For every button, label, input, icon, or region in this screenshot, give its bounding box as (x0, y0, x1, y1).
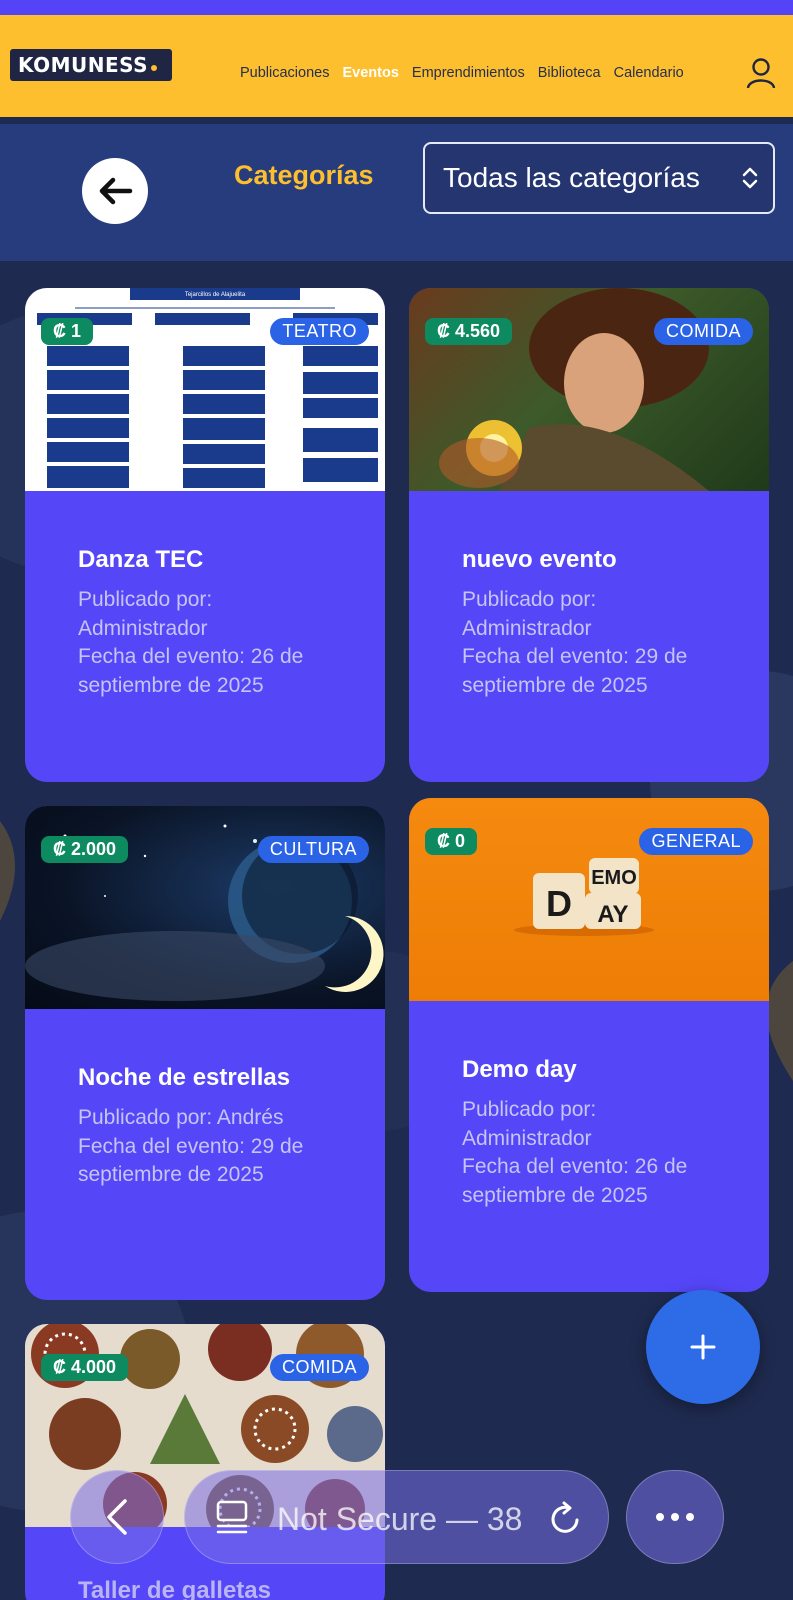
back-button[interactable] (82, 158, 148, 224)
block-letter-d: D (546, 883, 572, 924)
top-strip (0, 0, 793, 15)
price-badge: ₡ 2.000 (41, 836, 129, 863)
browser-address-bar[interactable]: Not Secure — 38 (184, 1470, 609, 1564)
event-publisher: Publicado por: Andrés (78, 1106, 284, 1129)
browser-more-button[interactable] (626, 1470, 724, 1564)
event-title: Danza TEC (78, 546, 204, 573)
navbar: KOMUNESS Publicaciones Eventos Emprendim… (0, 15, 793, 117)
event-card[interactable]: ₡ 4.560 COMIDA nuevo evento Publicado po… (409, 288, 769, 782)
event-image: Tejarcillos de Alajuelita ₡ 1 TEATRO (25, 288, 385, 491)
select-chevron-icon (742, 167, 758, 189)
nav-calendario[interactable]: Calendario (614, 65, 684, 81)
chevron-left-icon (107, 1499, 127, 1535)
more-icon (656, 1513, 694, 1521)
event-title: Noche de estrellas (78, 1064, 291, 1091)
nav-emprendimientos[interactable]: Emprendimientos (412, 65, 525, 81)
categories-label: Categorías (234, 160, 374, 190)
event-image: D EMO AY ₡ 0 GENERAL (409, 798, 769, 1001)
nav-eventos[interactable]: Eventos (342, 65, 398, 81)
event-image: ₡ 2.000 CULTURA (25, 806, 385, 1009)
add-event-button[interactable]: + (646, 1290, 760, 1404)
event-card[interactable]: Tejarcillos de Alajuelita ₡ 1 TEATRO Dan… (25, 288, 385, 782)
nav-biblioteca[interactable]: Biblioteca (538, 65, 601, 81)
event-info: Demo day Publicado por: Administrador Fe… (409, 1001, 769, 1210)
price-badge: ₡ 1 (41, 318, 94, 345)
logo-dot (151, 65, 158, 71)
price-badge: ₡ 4.560 (425, 318, 513, 345)
block-letters-emo: EMO (591, 867, 637, 889)
event-date: Fecha del evento: 29 de septiembre de 20… (462, 645, 688, 697)
reload-icon[interactable] (549, 1500, 583, 1536)
browser-address-text: Not Secure — 38 (277, 1501, 523, 1537)
plus-icon (690, 1334, 716, 1360)
category-tag: CULTURA (257, 836, 369, 863)
price-badge: ₡ 0 (425, 828, 478, 855)
user-icon[interactable] (746, 57, 776, 89)
event-publisher: Publicado por: Administrador (462, 588, 597, 640)
brand-logo[interactable]: KOMUNESS (10, 49, 172, 81)
main-nav: Publicaciones Eventos Emprendimientos Bi… (240, 65, 684, 81)
category-tag: COMIDA (270, 1354, 369, 1381)
event-publisher: Publicado por: Administrador (78, 588, 213, 640)
browser-back-button[interactable] (70, 1470, 164, 1564)
category-tag: TEATRO (270, 318, 369, 345)
event-title: Demo day (462, 1056, 577, 1083)
price-badge: ₡ 4.000 (41, 1354, 129, 1381)
event-title: Taller de galletas (78, 1577, 271, 1600)
event-image: ₡ 4.560 COMIDA (409, 288, 769, 491)
event-date: Fecha del evento: 26 de septiembre de 20… (462, 1155, 688, 1207)
arrow-left-icon (99, 177, 133, 205)
event-date: Fecha del evento: 29 de septiembre de 20… (78, 1134, 304, 1187)
event-title: nuevo evento (462, 546, 617, 573)
category-tag: COMIDA (654, 318, 753, 345)
logo-text: KOMUNESS (18, 53, 149, 77)
event-card[interactable]: ₡ 2.000 CULTURA Noche de estrellas Publi… (25, 806, 385, 1300)
category-tag: GENERAL (639, 828, 753, 855)
tabs-icon (216, 1500, 248, 1534)
event-publisher: Publicado por: Administrador (462, 1098, 597, 1150)
event-info: Noche de estrellas Publicado por: Andrés… (25, 1009, 385, 1190)
category-select-value: Todas las categorías (443, 162, 700, 193)
diagram-heading: Tejarcillos de Alajuelita (185, 292, 246, 298)
block-letters-ay: AY (597, 901, 628, 928)
nav-publicaciones[interactable]: Publicaciones (240, 65, 329, 81)
event-date: Fecha del evento: 26 de septiembre de 20… (78, 645, 304, 697)
category-select[interactable]: Todas las categorías (423, 142, 775, 214)
event-info: nuevo evento Publicado por: Administrado… (409, 491, 769, 700)
event-card[interactable]: D EMO AY ₡ 0 GENERAL Demo day Publicado … (409, 798, 769, 1292)
event-info: Danza TEC Publicado por: Administrador F… (25, 491, 385, 700)
